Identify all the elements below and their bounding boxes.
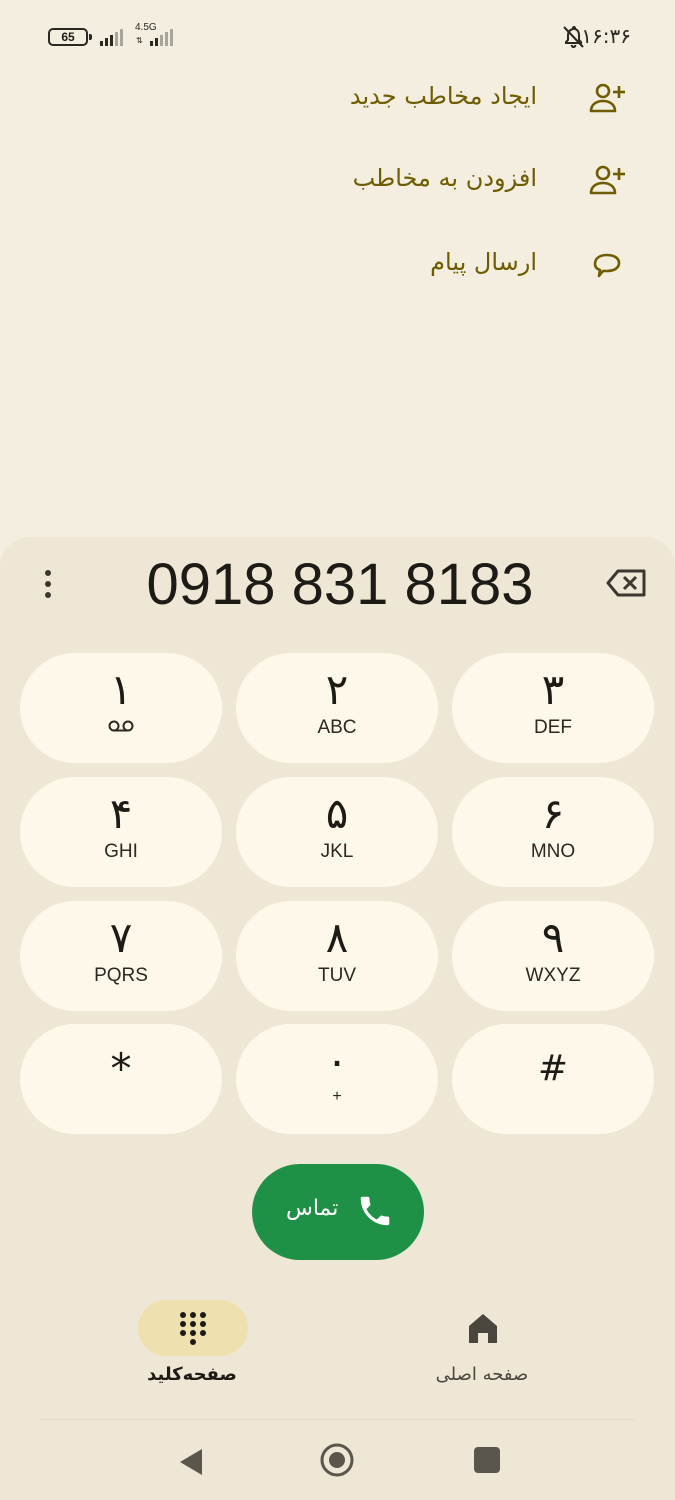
add-to-contact-action[interactable]: افزودن به مخاطب (0, 150, 675, 210)
create-new-contact-action[interactable]: ایجاد مخاطب جدید (0, 68, 675, 128)
call-label: تماس (286, 1196, 339, 1221)
tab-home-label: صفحه اصلی (435, 1364, 529, 1385)
key-hash[interactable]: # (452, 1024, 654, 1134)
create-new-contact-label: ایجاد مخاطب جدید (349, 82, 537, 110)
key-6[interactable]: ۶ MNO (452, 777, 654, 887)
battery-indicator: 65 (48, 28, 92, 46)
key-digit: # (537, 1048, 569, 1089)
send-message-label: ارسال پیام (430, 248, 537, 276)
dialed-number[interactable]: 0918 831 8183 (100, 551, 580, 618)
key-digit: ۴ (109, 789, 133, 838)
key-digit: ۷ (109, 913, 133, 962)
number-row: 0918 831 8183 (0, 537, 675, 647)
key-letters: GHI (104, 841, 138, 862)
key-digit: ۸ (325, 913, 349, 962)
person-add-icon (589, 165, 625, 195)
key-letters: PQRS (94, 965, 148, 986)
tab-keypad-label: صفحه‌کلید (147, 1364, 237, 1385)
key-digit: ۲ (325, 665, 349, 714)
nav-divider (40, 1419, 635, 1420)
more-options-icon[interactable] (36, 567, 60, 601)
person-add-icon (589, 83, 625, 113)
signal-icon (100, 28, 123, 46)
tab-keypad[interactable]: صفحه‌کلید (92, 1300, 292, 1400)
backspace-icon[interactable] (606, 567, 648, 599)
key-digit: ۳ (541, 665, 565, 714)
home-icon (469, 1314, 497, 1343)
key-letters: DEF (534, 717, 572, 738)
key-7[interactable]: ۷ PQRS (20, 901, 222, 1011)
key-letters: ABC (317, 717, 357, 738)
back-icon[interactable] (166, 1437, 216, 1487)
add-to-contact-label: افزودن به مخاطب (352, 164, 537, 192)
key-letters: TUV (318, 965, 356, 986)
key-1[interactable]: ۱ (20, 653, 222, 763)
message-icon (593, 253, 621, 278)
data-arrows-icon: ⇅ (136, 36, 143, 45)
key-star[interactable]: * (20, 1024, 222, 1134)
key-5[interactable]: ۵ JKL (236, 777, 438, 887)
key-letters: JKL (320, 841, 354, 862)
voicemail-icon (108, 720, 134, 732)
send-message-action[interactable]: ارسال پیام (0, 234, 675, 294)
phone-icon (360, 1196, 390, 1226)
clock: ۱۶:۳۶ (581, 24, 631, 48)
dialpad-icon (180, 1312, 206, 1345)
key-9[interactable]: ۹ WXYZ (452, 901, 654, 1011)
key-digit: ۰ (325, 1036, 349, 1085)
key-digit: ۶ (541, 789, 565, 838)
key-digit: ۵ (325, 789, 349, 838)
key-2[interactable]: ۲ ABC (236, 653, 438, 763)
key-digit: * (110, 1044, 132, 1093)
key-letters: WXYZ (525, 965, 581, 986)
tab-home[interactable]: صفحه اصلی (382, 1300, 582, 1400)
key-4[interactable]: ۴ GHI (20, 777, 222, 887)
recents-icon[interactable] (462, 1437, 512, 1487)
system-home-icon[interactable] (312, 1437, 362, 1487)
key-0[interactable]: ۰ + (236, 1024, 438, 1134)
signal-4g-icon (150, 28, 173, 46)
key-letters: + (332, 1088, 342, 1105)
key-letters: MNO (530, 841, 576, 862)
key-3[interactable]: ۳ DEF (452, 653, 654, 763)
status-bar: 65 4.5G ⇅ ۱۶:۳۶ (0, 20, 675, 56)
dialpad-sheet: 0918 831 8183 ۱ ۲ ABC ۳ DEF ۴ GHI ۵ JKL … (0, 537, 675, 1500)
key-digit: ۱ (109, 665, 133, 714)
key-digit: ۹ (541, 913, 565, 962)
key-8[interactable]: ۸ TUV (236, 901, 438, 1011)
call-button[interactable]: تماس (252, 1164, 424, 1260)
